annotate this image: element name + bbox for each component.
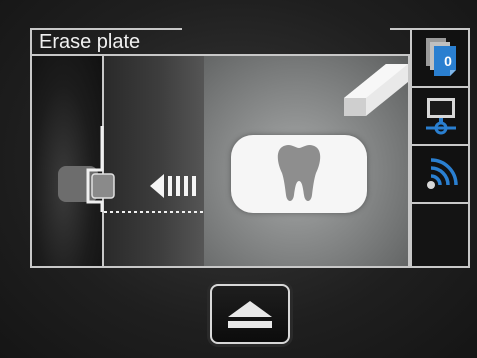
image-plates-button[interactable]: 0 (410, 28, 470, 88)
monitor-network-button[interactable] (410, 88, 470, 146)
insert-arrow-icon (150, 174, 196, 198)
plate-count: 0 (444, 53, 452, 69)
monitor-network-icon (426, 98, 456, 135)
erase-plate-screen: Erase plate 0 (0, 0, 477, 358)
eject-icon (228, 301, 272, 328)
erase-illustration-panel (30, 54, 410, 268)
tooth-plate-icon (231, 135, 367, 213)
wireless-signal-icon (427, 158, 458, 189)
empty-status-slot (410, 204, 470, 268)
frame-corner (390, 28, 412, 38)
eraser-icon (344, 64, 408, 116)
status-sidebar: 0 (410, 28, 472, 270)
screen-title: Erase plate (39, 31, 141, 53)
wireless-button[interactable] (410, 146, 470, 204)
eject-button[interactable] (210, 284, 290, 344)
